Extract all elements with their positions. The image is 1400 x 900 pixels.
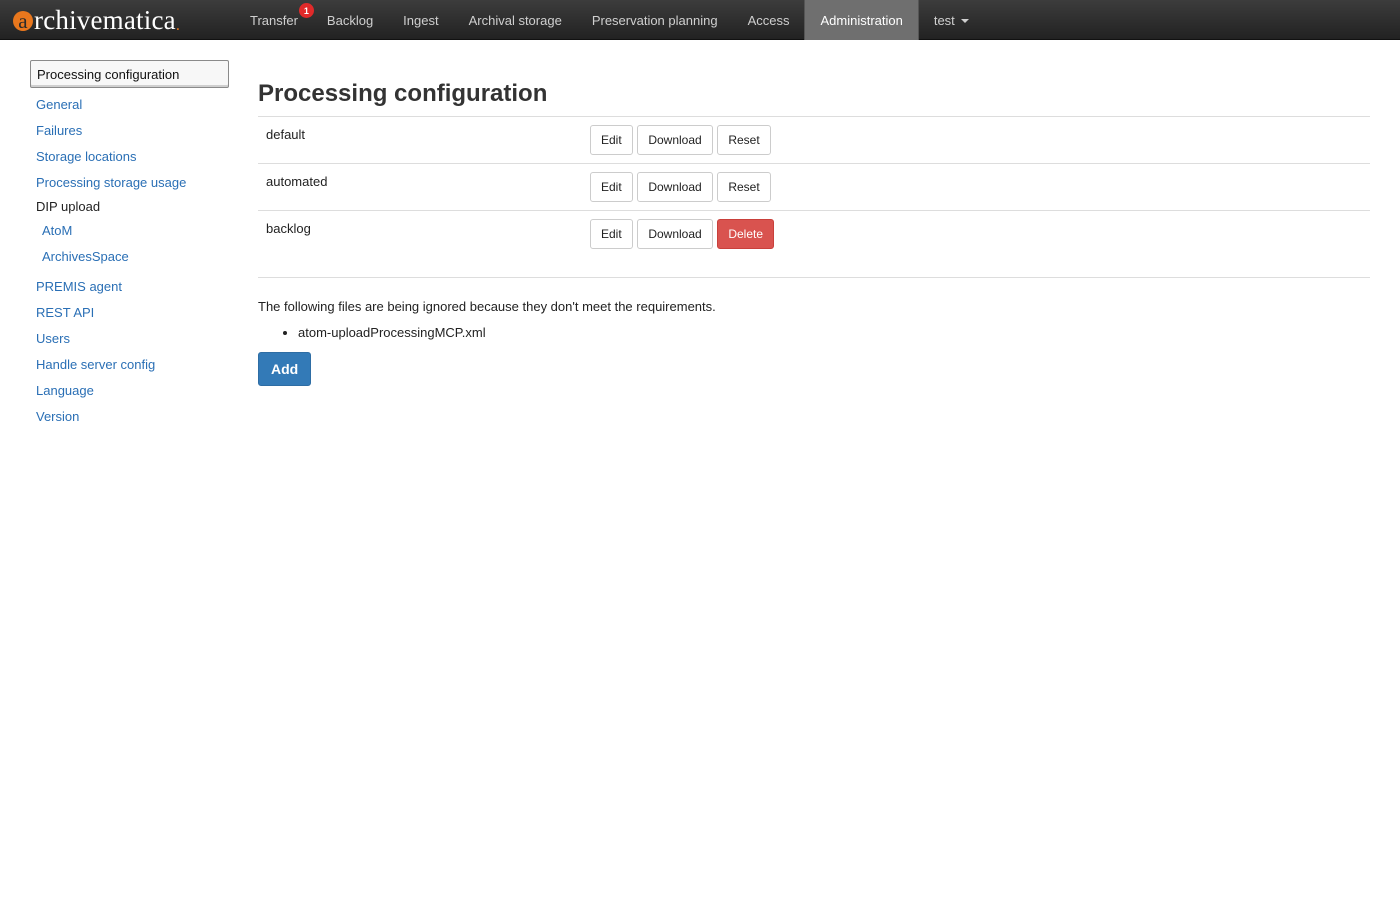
add-button[interactable]: Add (258, 352, 312, 386)
sidebar-item-processing-configuration[interactable]: Processing configuration (30, 60, 229, 88)
edit-button[interactable]: Edit (590, 172, 633, 202)
sidebar-item-users[interactable]: Users (30, 326, 230, 352)
logo-a-mark: a (13, 11, 33, 32)
sidebar-item-version[interactable]: Version (30, 404, 230, 430)
edit-button[interactable]: Edit (590, 219, 633, 249)
archivematica-logo[interactable]: a rchivematica. (13, 4, 180, 36)
config-actions: Edit Download Reset (582, 116, 1370, 164)
sidebar-item-language[interactable]: Language (30, 378, 230, 404)
nav-ingest[interactable]: Ingest (388, 0, 453, 40)
sidebar-item-storage-locations[interactable]: Storage locations (30, 144, 230, 170)
nav-user-menu[interactable]: test (919, 0, 984, 40)
config-name: default (258, 116, 582, 164)
download-button[interactable]: Download (637, 172, 713, 202)
delete-button[interactable]: Delete (717, 219, 774, 249)
ignored-files-list: atom-uploadProcessingMCP.xml (258, 324, 1370, 342)
admin-sidebar: Processing configuration General Failure… (30, 60, 230, 430)
config-actions: Edit Download Reset (582, 163, 1370, 211)
page-title: Processing configuration (258, 80, 548, 107)
sidebar-item-atom[interactable]: AtoM (30, 218, 230, 244)
ignored-files-notice: The following files are being ignored be… (258, 299, 716, 314)
table-row: backlog Edit Download Delete (258, 210, 1370, 278)
sidebar-item-general[interactable]: General (30, 92, 230, 118)
nav-access[interactable]: Access (733, 0, 805, 40)
processing-config-table: default Edit Download Reset automated Ed… (258, 116, 1370, 278)
sidebar-item-failures[interactable]: Failures (30, 118, 230, 144)
nav-preservation-planning[interactable]: Preservation planning (577, 0, 733, 40)
table-row: automated Edit Download Reset (258, 163, 1370, 211)
reset-button[interactable]: Reset (717, 125, 771, 155)
main-content: Processing configuration default Edit Do… (258, 60, 1370, 386)
sidebar-item-archivesspace[interactable]: ArchivesSpace (30, 244, 230, 270)
nav-transfer-label: Transfer (250, 12, 298, 28)
logo-wordmark: rchivematica (34, 4, 176, 35)
nav-administration[interactable]: Administration (804, 0, 919, 40)
reset-button[interactable]: Reset (717, 172, 771, 202)
chevron-down-icon (960, 19, 969, 23)
sidebar-item-processing-storage-usage[interactable]: Processing storage usage (30, 170, 230, 196)
user-name: test (933, 12, 955, 28)
nav-backlog[interactable]: Backlog (312, 0, 388, 40)
sidebar-section-dip-upload: DIP upload (36, 199, 101, 214)
table-row: default Edit Download Reset (258, 116, 1370, 164)
main-nav: Transfer 1 Backlog Ingest Archival stora… (235, 0, 984, 40)
config-name: backlog (258, 210, 582, 278)
sidebar-item-rest-api[interactable]: REST API (30, 300, 230, 326)
edit-button[interactable]: Edit (590, 125, 633, 155)
download-button[interactable]: Download (637, 219, 713, 249)
config-name: automated (258, 163, 582, 211)
logo-dot: . (175, 17, 181, 34)
sidebar-item-premis-agent[interactable]: PREMIS agent (30, 274, 230, 300)
nav-transfer[interactable]: Transfer 1 (235, 0, 314, 40)
sidebar-item-handle-server-config[interactable]: Handle server config (30, 352, 230, 378)
download-button[interactable]: Download (637, 125, 713, 155)
top-navbar: a rchivematica. Transfer 1 Backlog Ingest… (0, 0, 1400, 40)
list-item: atom-uploadProcessingMCP.xml (298, 324, 1370, 342)
nav-archival-storage[interactable]: Archival storage (454, 0, 577, 40)
config-actions: Edit Download Delete (582, 210, 1370, 278)
